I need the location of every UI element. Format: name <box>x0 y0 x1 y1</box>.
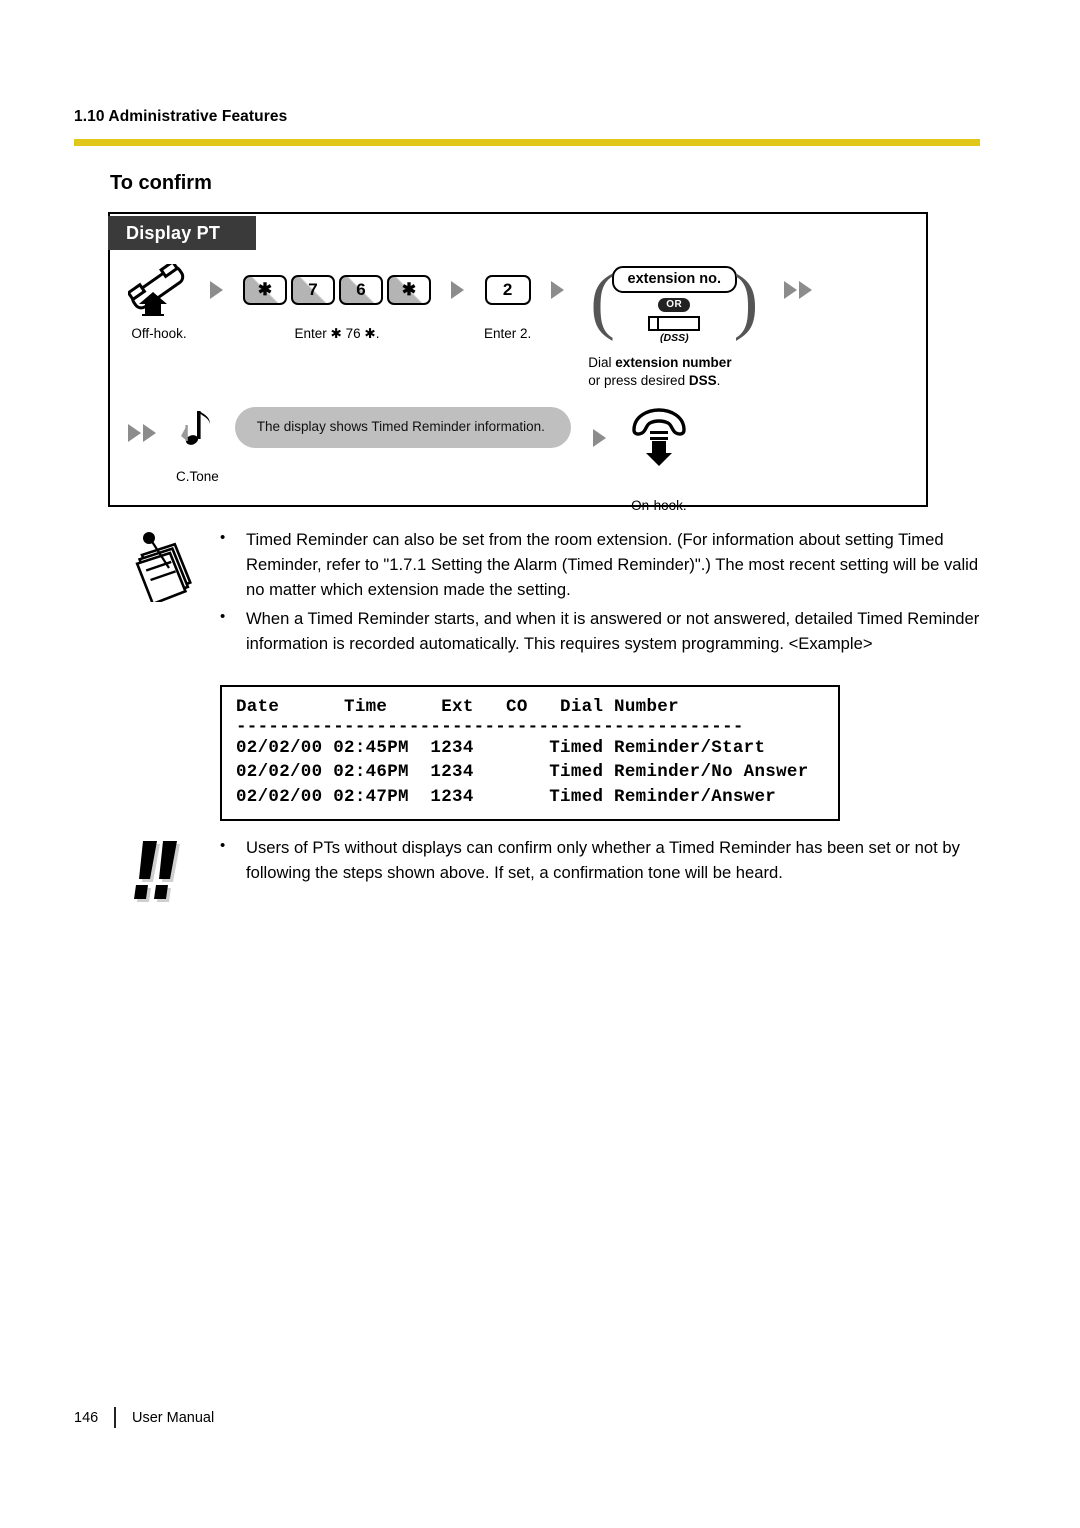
double-exclamation-icon <box>128 836 214 915</box>
step-on-hook: On-hook. <box>628 405 690 515</box>
arrow-icon <box>551 281 565 299</box>
memo-bullet-list: Timed Reminder can also be set from the … <box>214 527 988 660</box>
key-6[interactable]: 6 <box>339 275 383 305</box>
step-off-hook-caption: Off-hook. <box>131 326 187 341</box>
step-dial-extension: ( ) extension no. OR (DSS) Dial extensio… <box>588 260 760 388</box>
list-item: Users of PTs without displays can confir… <box>214 835 988 886</box>
list-item: When a Timed Reminder starts, and when i… <box>214 606 988 657</box>
display-pt-tab-label: Display PT <box>126 222 221 243</box>
table-row: 02/02/00 02:46PM 1234 Timed Reminder/No … <box>236 762 809 783</box>
step-enter-code: ✱ 7 6 ✱ Enter ✱ 76 ✱. <box>243 262 431 343</box>
step-on-hook-caption: On-hook. <box>631 498 687 513</box>
ext-cap-line2-pre: or press desired <box>588 373 689 389</box>
arrow-icon <box>451 281 464 299</box>
offhook-handset-icon <box>128 262 190 318</box>
or-badge: OR <box>658 298 691 312</box>
table-separator: ----------------------------------------… <box>236 719 744 736</box>
extension-or-dss-group: ( ) extension no. OR (DSS) Dial extensio… <box>588 260 760 388</box>
key-2[interactable]: 2 <box>484 275 531 305</box>
dss-button-label: (DSS) <box>659 332 689 344</box>
flow-arrow-1 <box>210 262 223 318</box>
example-log-table: Date Time Ext CO Dial Number -----------… <box>220 685 840 822</box>
list-item: Timed Reminder can also be set from the … <box>214 527 988 603</box>
arrow-icon <box>799 281 813 299</box>
arrow-icon <box>210 281 223 299</box>
step-dial-extension-caption: Dial extension number or press desired D… <box>588 354 731 390</box>
arrow-icon <box>592 429 606 447</box>
flow-arrow-4 <box>784 262 813 318</box>
step-enter-2: 2 Enter 2. <box>484 262 531 343</box>
page-footer: 146 User Manual <box>74 1407 214 1428</box>
section-header: 1.10 Administrative Features <box>74 108 287 126</box>
step-off-hook: Off-hook. <box>128 262 190 343</box>
step-enter-2-caption: Enter 2. <box>484 326 532 341</box>
caution-bullet-list: Users of PTs without displays can confir… <box>214 835 988 890</box>
ext-cap-line1-pre: Dial <box>588 355 616 370</box>
flow-arrow-5 <box>128 405 156 461</box>
keypad-group-code: ✱ 7 6 ✱ <box>243 275 431 305</box>
procedure-row-1: Off-hook. ✱ 7 6 ✱ Enter ✱ 76 ✱. 2 Enter … <box>128 260 813 388</box>
extension-no-pill[interactable]: extension no. <box>611 266 738 293</box>
arrow-icon <box>784 281 798 299</box>
footer-doc-title: User Manual <box>132 1409 215 1426</box>
table-row: 02/02/00 02:45PM 1234 Timed Reminder/Sta… <box>236 737 766 758</box>
key-7[interactable]: 7 <box>291 275 335 305</box>
ext-cap-line2-post: . <box>716 373 721 389</box>
onhook-handset-icon <box>628 405 690 471</box>
step-confirmation-tone-caption: C.Tone <box>176 469 219 484</box>
display-message-bubble: The display shows Timed Reminder informa… <box>234 405 571 449</box>
memo-note-block: Timed Reminder can also be set from the … <box>128 527 988 660</box>
footer-divider <box>114 1407 116 1428</box>
key-star-1[interactable]: ✱ <box>243 275 287 305</box>
header-rule <box>74 139 980 146</box>
step-confirmation-tone: C.Tone <box>176 405 219 486</box>
paren-right: ) <box>733 260 759 342</box>
caution-note-block: Users of PTs without displays can confir… <box>128 835 988 915</box>
confirmation-tone-icon <box>177 405 217 461</box>
arrow-icon <box>128 424 141 442</box>
flow-arrow-2 <box>451 262 464 318</box>
ext-cap-line1-bold: extension number <box>615 355 732 370</box>
section-header-label: 1.10 Administrative Features <box>74 108 288 125</box>
dss-button-icon[interactable] <box>648 316 701 331</box>
footer-page-number: 146 <box>74 1409 99 1426</box>
table-row: 02/02/00 02:47PM 1234 Timed Reminder/Ans… <box>236 787 777 808</box>
step-enter-code-caption: Enter ✱ 76 ✱. <box>294 326 380 341</box>
flow-arrow-3 <box>551 262 565 318</box>
procedure-row-2: C.Tone The display shows Timed Reminder … <box>128 405 690 515</box>
paren-left: ( <box>590 260 615 342</box>
flow-arrow-6 <box>592 405 606 471</box>
display-pt-tab: Display PT <box>108 216 256 250</box>
display-message-bubble-text: The display shows Timed Reminder informa… <box>234 407 571 449</box>
arrow-icon <box>143 424 156 442</box>
ext-cap-line2-bold: DSS <box>688 373 717 389</box>
memo-notepad-icon <box>128 528 214 607</box>
page-title: To confirm <box>110 172 212 194</box>
key-star-2[interactable]: ✱ <box>387 275 431 305</box>
table-header-row: Date Time Ext CO Dial Number <box>236 697 679 717</box>
